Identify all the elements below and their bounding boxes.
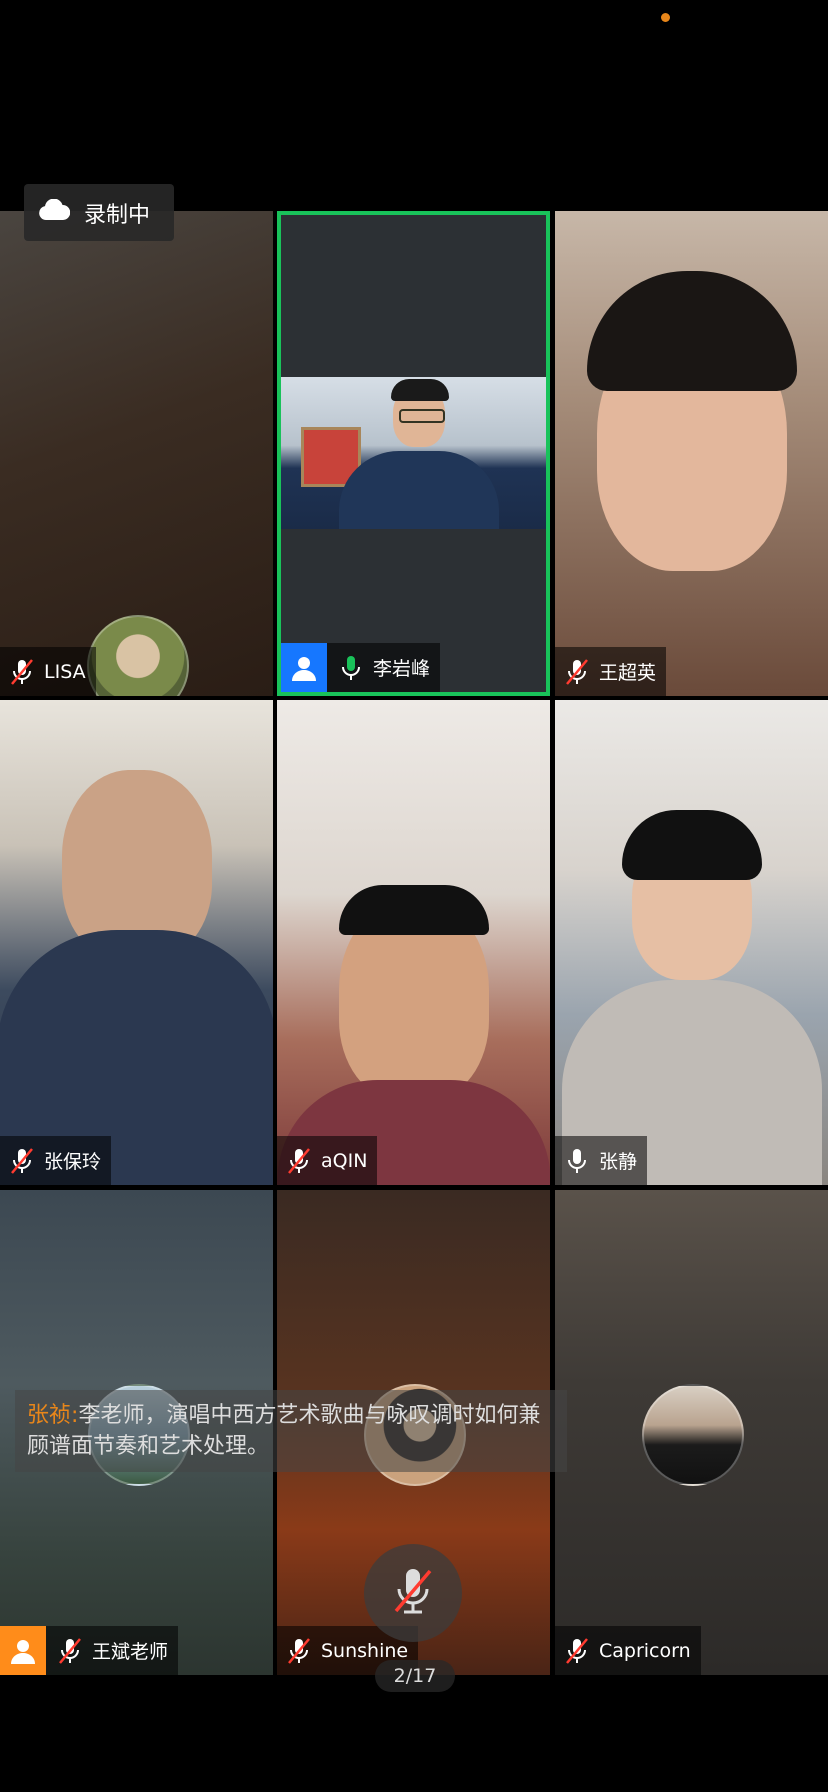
name-tag: LISA — [0, 647, 96, 696]
avatar — [87, 615, 189, 696]
participant-tile-speaker[interactable]: 李岩峰 — [277, 211, 550, 696]
mic-icon — [563, 1146, 591, 1176]
participant-name: 李岩峰 — [373, 658, 431, 680]
chat-bubble[interactable]: 张祯:李老师，演唱中西方艺术歌曲与咏叹调时如何兼顾谱面节奏和艺术处理。 — [15, 1390, 567, 1472]
name-tag: 王超英 — [555, 647, 667, 696]
mic-toggle-button[interactable] — [364, 1544, 462, 1642]
participant-name: 张静 — [599, 1151, 638, 1173]
user-icon — [281, 643, 327, 692]
user-icon — [0, 1626, 46, 1675]
name-tag: 张静 — [555, 1136, 648, 1185]
cloud-icon — [38, 198, 71, 227]
participant-name: 王斌老师 — [92, 1641, 169, 1663]
mic-muted-icon — [56, 1636, 84, 1666]
avatar — [642, 1384, 744, 1486]
mic-active-icon — [337, 653, 365, 683]
participant-tile-aqin[interactable]: aQIN — [277, 700, 550, 1185]
recording-label: 录制中 — [84, 202, 151, 228]
mic-muted-icon — [285, 1146, 313, 1176]
name-tag: 张保玲 — [0, 1136, 112, 1185]
name-tag: 李岩峰 — [281, 643, 441, 692]
video-feed — [281, 377, 546, 529]
participant-tile-wang-chaoying[interactable]: 王超英 — [555, 211, 828, 696]
participant-name: Sunshine — [321, 1639, 409, 1662]
chat-sender: 张祯 — [27, 1403, 72, 1428]
mic-muted-icon — [390, 1565, 436, 1621]
participant-name: 王超英 — [599, 662, 657, 684]
participant-name: LISA — [44, 660, 86, 683]
mic-muted-icon — [285, 1636, 313, 1666]
page-indicator: 2/17 — [375, 1660, 455, 1692]
participant-name: aQIN — [321, 1149, 368, 1172]
mic-muted-icon — [8, 657, 36, 687]
recording-indicator[interactable]: 录制中 — [24, 184, 174, 241]
participant-name: Capricorn — [599, 1639, 691, 1662]
notification-dot — [661, 13, 670, 22]
participant-tile-zhang-jing[interactable]: 张静 — [555, 700, 828, 1185]
mic-muted-icon — [563, 657, 591, 687]
name-tag: aQIN — [277, 1136, 378, 1185]
participant-tile-lisa[interactable]: LISA — [0, 211, 273, 696]
chat-message: 李老师，演唱中西方艺术歌曲与咏叹调时如何兼顾谱面节奏和艺术处理。 — [27, 1403, 541, 1459]
mic-muted-icon — [563, 1636, 591, 1666]
name-tag: 王斌老师 — [0, 1626, 179, 1675]
mic-muted-icon — [8, 1146, 36, 1176]
name-tag: Capricorn — [555, 1626, 701, 1675]
participant-name: 张保玲 — [44, 1151, 102, 1173]
participant-tile-zhang-baoling[interactable]: 张保玲 — [0, 700, 273, 1185]
